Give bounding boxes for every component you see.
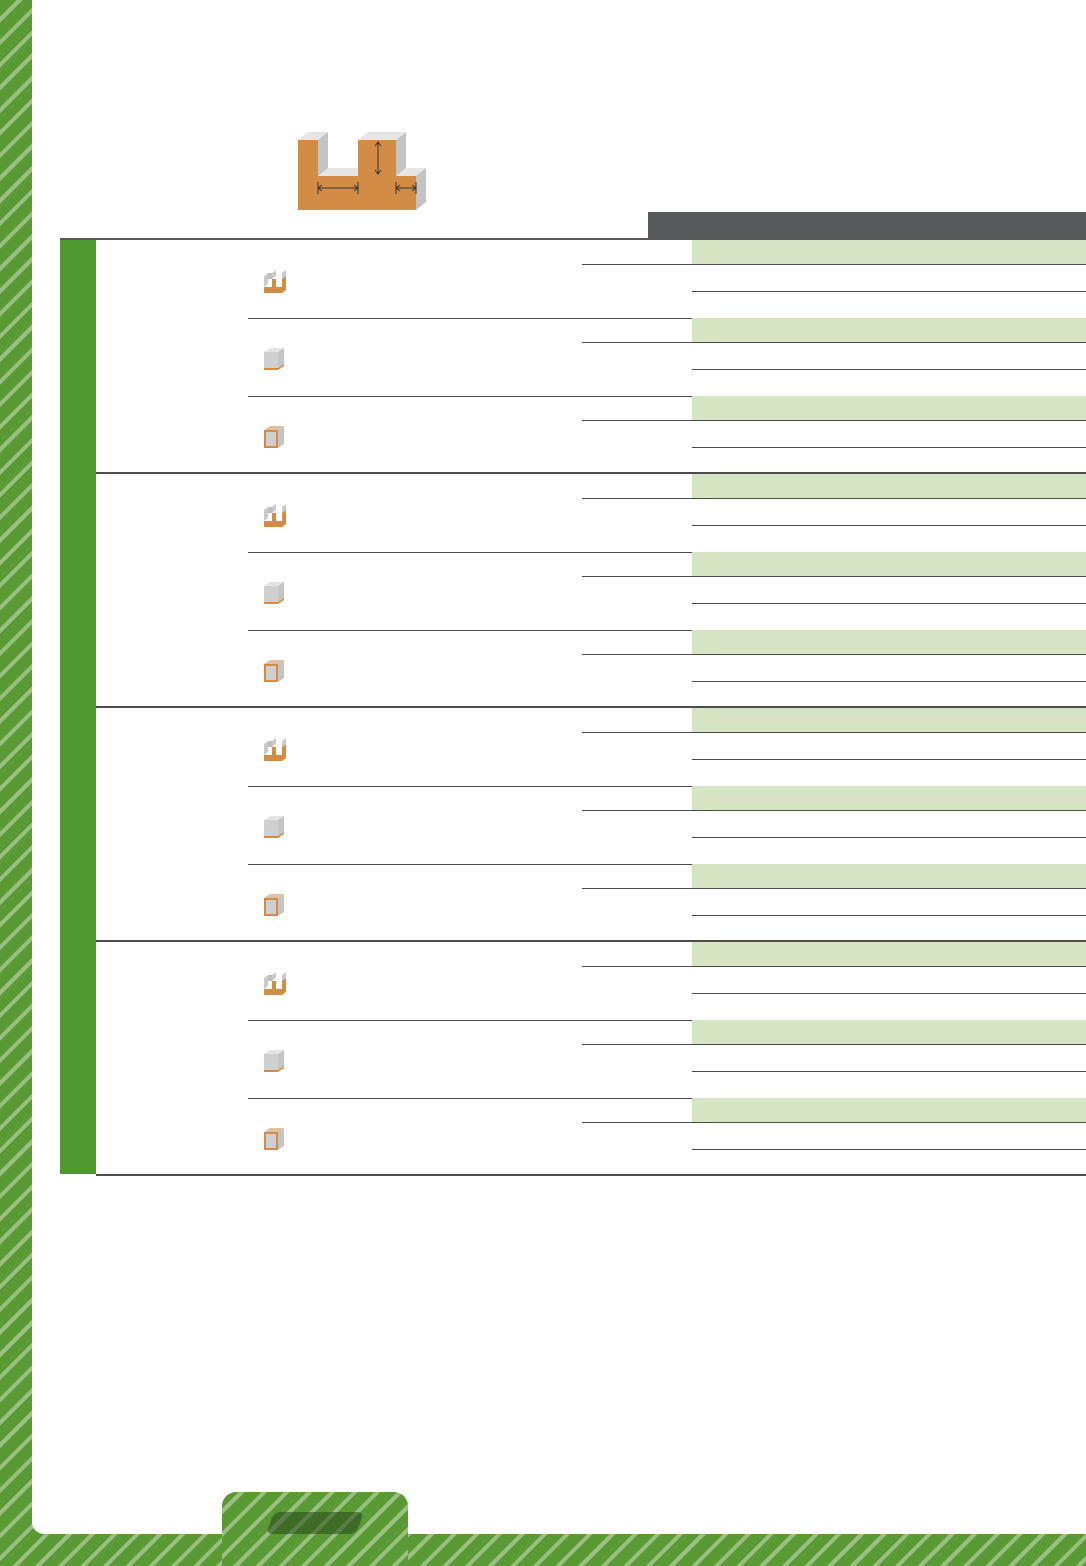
table-row <box>248 864 1086 942</box>
row-divider <box>692 603 1086 604</box>
row-divider <box>692 837 1086 838</box>
double-slot-block-icon <box>264 738 286 761</box>
plain-block-icon <box>264 426 284 448</box>
row-highlight <box>692 786 1086 810</box>
row-divider <box>582 576 692 577</box>
table-side-band <box>60 240 96 1174</box>
row-divider <box>692 915 1086 916</box>
table-row <box>248 396 1086 474</box>
row-divider <box>582 1044 692 1045</box>
row-divider <box>692 654 1086 655</box>
row-divider <box>582 264 692 265</box>
row-highlight <box>692 318 1086 342</box>
row-highlight <box>692 474 1086 498</box>
row-highlight <box>692 942 1086 966</box>
row-highlight <box>692 240 1086 264</box>
table-row <box>248 942 1086 1020</box>
row-divider <box>692 1071 1086 1072</box>
table-row <box>248 786 1086 864</box>
double-slot-block-icon <box>264 972 286 995</box>
table-row <box>248 552 1086 630</box>
table-row <box>248 240 1086 318</box>
table-group <box>96 942 1086 1176</box>
row-divider <box>582 888 692 889</box>
row-divider <box>692 447 1086 448</box>
row-divider <box>692 1044 1086 1045</box>
rebate-block-icon <box>264 1050 284 1072</box>
row-divider <box>692 342 1086 343</box>
row-divider <box>692 498 1086 499</box>
table-row <box>248 318 1086 396</box>
row-divider <box>582 498 692 499</box>
plain-block-icon <box>264 1128 284 1150</box>
row-divider <box>692 1149 1086 1150</box>
row-highlight <box>692 864 1086 888</box>
table-row <box>248 708 1086 786</box>
row-divider <box>582 1122 692 1123</box>
row-divider <box>692 525 1086 526</box>
row-highlight <box>692 1098 1086 1122</box>
table-row <box>248 1098 1086 1176</box>
table-row <box>248 1020 1086 1098</box>
row-divider <box>692 264 1086 265</box>
table-row <box>248 474 1086 552</box>
row-divider <box>582 810 692 811</box>
row-divider <box>692 681 1086 682</box>
page-tab-logo <box>265 1512 365 1534</box>
row-divider <box>582 966 692 967</box>
table-group <box>96 240 1086 474</box>
table-row <box>248 630 1086 708</box>
slot-cutter-workpiece-diagram <box>298 132 426 210</box>
double-slot-block-icon <box>264 270 286 293</box>
row-highlight <box>692 708 1086 732</box>
row-highlight <box>692 552 1086 576</box>
row-highlight <box>692 630 1086 654</box>
row-divider <box>692 576 1086 577</box>
row-divider <box>692 888 1086 889</box>
row-divider <box>692 993 1086 994</box>
row-divider <box>582 732 692 733</box>
row-divider <box>692 759 1086 760</box>
row-divider <box>692 1122 1086 1123</box>
row-divider <box>582 342 692 343</box>
table-group <box>96 708 1086 942</box>
rebate-block-icon <box>264 582 284 604</box>
row-highlight <box>692 1020 1086 1044</box>
row-divider <box>692 966 1086 967</box>
row-divider <box>692 810 1086 811</box>
row-divider <box>692 369 1086 370</box>
table-header-bar <box>648 212 1086 238</box>
plain-block-icon <box>264 660 284 682</box>
rebate-block-icon <box>264 348 284 370</box>
row-divider <box>692 420 1086 421</box>
rebate-block-icon <box>264 816 284 838</box>
plain-block-icon <box>264 894 284 916</box>
double-slot-block-icon <box>264 504 286 527</box>
row-highlight <box>692 396 1086 420</box>
row-divider <box>582 420 692 421</box>
row-divider <box>692 291 1086 292</box>
table-group <box>96 474 1086 708</box>
row-divider <box>692 732 1086 733</box>
row-divider <box>582 654 692 655</box>
